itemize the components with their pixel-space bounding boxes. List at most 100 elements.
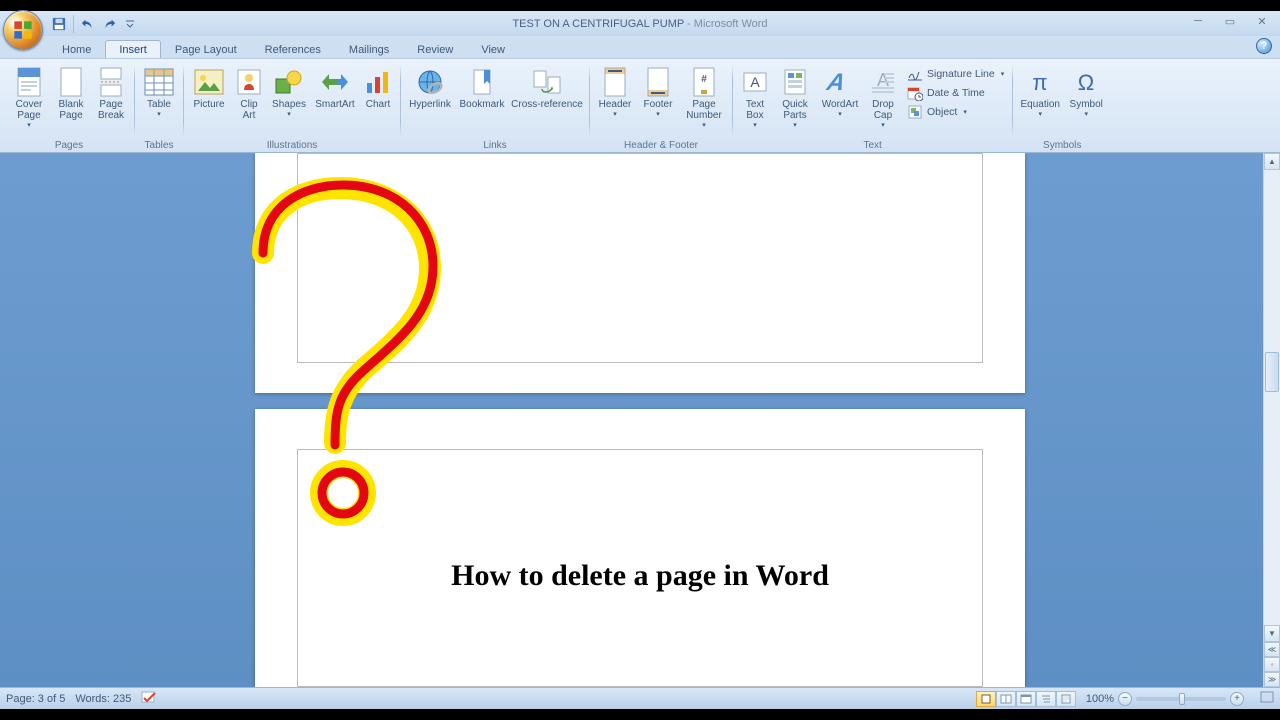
drop-cap-icon: A	[867, 66, 899, 98]
group-label-links: Links	[405, 138, 585, 152]
maximize-button[interactable]: ▭	[1218, 13, 1242, 29]
draft-view-button[interactable]	[1056, 691, 1076, 707]
minimize-button[interactable]: ─	[1186, 13, 1210, 29]
group-label-header-footer: Header & Footer	[594, 138, 728, 152]
zoom-in-button[interactable]: +	[1230, 692, 1244, 706]
footer-icon	[642, 66, 674, 98]
status-proofing-icon[interactable]	[141, 690, 157, 707]
zoom-slider[interactable]	[1136, 697, 1226, 701]
browse-object-button[interactable]: ◦	[1264, 657, 1280, 672]
group-label-pages: Pages	[8, 138, 130, 152]
tab-page-layout[interactable]: Page Layout	[161, 40, 251, 58]
group-label-symbols: Symbols	[1017, 138, 1107, 152]
next-page-button[interactable]: ≫	[1264, 672, 1280, 687]
window-title: TEST ON A CENTRIFUGAL PUMP - Microsoft W…	[0, 18, 1280, 30]
clip-art-button[interactable]: Clip Art	[232, 63, 266, 124]
group-pages: Cover Page▾ Blank Page Page Break Pages	[4, 61, 134, 152]
svg-text:π: π	[1033, 70, 1048, 95]
chart-icon	[362, 66, 394, 98]
svg-text:Ω: Ω	[1078, 70, 1094, 95]
tab-home[interactable]: Home	[48, 40, 105, 58]
page-break-icon	[95, 66, 127, 98]
page-upper[interactable]	[255, 153, 1025, 393]
bookmark-button[interactable]: Bookmark	[457, 63, 507, 113]
page-lower[interactable]: How to delete a page in Word	[255, 409, 1025, 687]
cover-page-button[interactable]: Cover Page▾	[8, 63, 50, 132]
wordart-icon: A	[824, 66, 856, 98]
hyperlink-icon	[414, 66, 446, 98]
equation-button[interactable]: π Equation▾	[1017, 63, 1063, 121]
table-icon	[143, 66, 175, 98]
print-layout-view-button[interactable]	[976, 691, 996, 707]
scroll-down-button[interactable]: ▼	[1264, 625, 1280, 642]
blank-page-button[interactable]: Blank Page	[52, 63, 90, 124]
qat-customize-dropdown[interactable]	[121, 15, 139, 33]
scroll-thumb[interactable]	[1265, 352, 1279, 392]
wordart-button[interactable]: A WordArt▾	[817, 63, 863, 121]
chart-button[interactable]: Chart	[360, 63, 396, 113]
qat-undo-button[interactable]	[79, 15, 97, 33]
close-button[interactable]: ✕	[1250, 13, 1274, 29]
help-button[interactable]: ?	[1256, 38, 1272, 54]
full-screen-reading-view-button[interactable]	[996, 691, 1016, 707]
blank-page-icon	[55, 66, 87, 98]
group-label-tables: Tables	[139, 138, 179, 152]
symbol-button[interactable]: Ω Symbol▾	[1065, 63, 1107, 121]
text-box-button[interactable]: A Text Box▾	[737, 63, 773, 132]
document-area: How to delete a page in Word ▲ ▼ ≪ ◦ ≫	[0, 153, 1280, 687]
outline-view-button[interactable]	[1036, 691, 1056, 707]
zoom-level[interactable]: 100%	[1086, 693, 1114, 705]
shapes-button[interactable]: Shapes▾	[268, 63, 310, 121]
vertical-scrollbar[interactable]: ▲ ▼ ≪ ◦ ≫	[1263, 153, 1280, 687]
status-words[interactable]: Words: 235	[75, 693, 131, 705]
footer-button[interactable]: Footer▾	[638, 63, 678, 121]
header-button[interactable]: Header▾	[594, 63, 636, 121]
picture-icon	[193, 66, 225, 98]
equation-icon: π	[1024, 66, 1056, 98]
scroll-up-button[interactable]: ▲	[1264, 153, 1280, 170]
date-time-button[interactable]: Date & Time	[903, 84, 1008, 102]
table-button[interactable]: Table▾	[139, 63, 179, 121]
hyperlink-button[interactable]: Hyperlink	[405, 63, 455, 113]
zoom-out-button[interactable]: −	[1118, 692, 1132, 706]
group-tables: Table▾ Tables	[135, 61, 183, 152]
page-number-icon: #	[688, 66, 720, 98]
group-links: Hyperlink Bookmark Cross-reference Links	[401, 61, 589, 152]
status-page[interactable]: Page: 3 of 5	[6, 693, 65, 705]
previous-page-button[interactable]: ≪	[1264, 642, 1280, 657]
quick-parts-button[interactable]: Quick Parts▾	[775, 63, 815, 132]
picture-button[interactable]: Picture	[188, 63, 230, 113]
web-layout-view-button[interactable]	[1016, 691, 1036, 707]
date-time-icon	[907, 85, 923, 101]
document-scroll[interactable]: How to delete a page in Word	[0, 153, 1280, 687]
office-button[interactable]	[3, 10, 43, 50]
group-symbols: π Equation▾ Ω Symbol▾ Symbols	[1013, 61, 1111, 152]
page-break-button[interactable]: Page Break	[92, 63, 130, 124]
qat-redo-button[interactable]	[100, 15, 118, 33]
tab-view[interactable]: View	[467, 40, 519, 58]
scroll-track[interactable]	[1264, 170, 1280, 625]
signature-icon	[907, 66, 923, 82]
tab-mailings[interactable]: Mailings	[335, 40, 403, 58]
svg-text:#: #	[701, 74, 707, 85]
qat-save-button[interactable]	[50, 15, 68, 33]
object-button[interactable]: Object▾	[903, 103, 1008, 121]
tab-references[interactable]: References	[251, 40, 335, 58]
header-icon	[599, 66, 631, 98]
ribbon-tabs: Home Insert Page Layout References Maili…	[0, 36, 1280, 58]
quick-access-toolbar	[50, 15, 139, 33]
drop-cap-button[interactable]: A Drop Cap▾	[865, 63, 901, 132]
page-number-button[interactable]: # Page Number▾	[680, 63, 728, 132]
signature-line-button[interactable]: Signature Line▾	[903, 65, 1008, 83]
document-heading: How to delete a page in Word	[255, 559, 1025, 593]
zoom-slider-thumb[interactable]	[1179, 693, 1185, 705]
status-full-screen-icon[interactable]	[1260, 691, 1274, 706]
quick-parts-icon	[779, 66, 811, 98]
zoom-control: 100% − +	[1086, 692, 1244, 706]
tab-review[interactable]: Review	[403, 40, 467, 58]
smartart-button[interactable]: SmartArt	[312, 63, 358, 113]
ribbon: Cover Page▾ Blank Page Page Break Pages …	[0, 58, 1280, 153]
object-icon	[907, 104, 923, 120]
cross-reference-button[interactable]: Cross-reference	[509, 63, 585, 113]
tab-insert[interactable]: Insert	[105, 40, 161, 58]
